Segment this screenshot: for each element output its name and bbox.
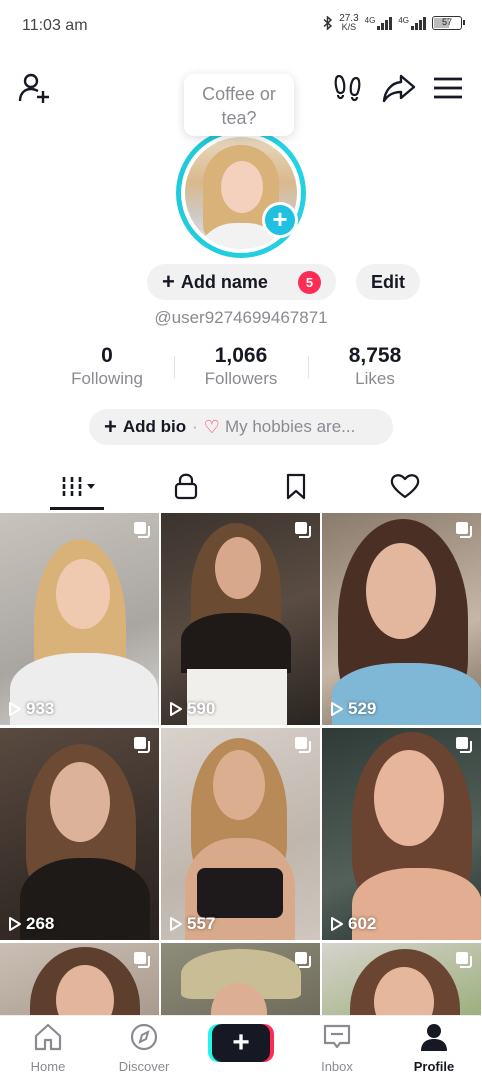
view-count-value: 590: [187, 699, 216, 718]
multi-photo-icon: [456, 522, 472, 538]
notification-badge: 5: [298, 271, 321, 294]
video-thumbnail[interactable]: [0, 943, 159, 1015]
share-icon[interactable]: [381, 70, 417, 106]
add-avatar-button[interactable]: +: [262, 202, 298, 238]
multi-photo-icon: [295, 952, 311, 968]
multi-photo-icon: [134, 952, 150, 968]
video-thumbnail[interactable]: 529: [322, 513, 481, 725]
view-count: 529: [330, 699, 376, 719]
multi-photo-icon: [295, 737, 311, 753]
stat-value: 1,066: [214, 344, 268, 367]
lock-icon: [174, 473, 198, 500]
stat-value: 8,758: [348, 344, 402, 367]
multi-photo-icon: [134, 737, 150, 753]
video-thumbnail[interactable]: 268: [0, 728, 159, 940]
play-icon: [9, 917, 21, 931]
stat-followers[interactable]: 1,066 Followers: [174, 344, 308, 389]
view-count-value: 268: [26, 914, 55, 933]
bio-placeholder: My hobbies are...: [224, 417, 356, 436]
video-thumbnail[interactable]: [322, 943, 481, 1015]
signal-icon-2: 4G: [398, 16, 426, 30]
nav-inbox-label: Inbox: [321, 1059, 353, 1074]
stat-following[interactable]: 0 Following: [40, 344, 174, 389]
plus-icon: +: [232, 1026, 250, 1059]
bottom-nav: Home Discover + Inbox Profile: [0, 1015, 482, 1080]
multi-photo-icon: [456, 952, 472, 968]
video-thumbnail[interactable]: 602: [322, 728, 481, 940]
view-count: 933: [8, 699, 54, 719]
view-count-value: 933: [26, 699, 55, 718]
profile-tabs: [0, 462, 482, 512]
net-speed-unit: K/S: [341, 22, 357, 32]
menu-icon[interactable]: [430, 70, 466, 106]
status-icons: 27.3 K/S 4G 4G 57: [323, 14, 465, 32]
play-icon: [170, 702, 182, 716]
view-count-value: 529: [348, 699, 377, 718]
plus-icon: +: [162, 269, 175, 294]
profile-icon: [421, 1024, 447, 1051]
add-name-button[interactable]: + Add name 5: [147, 264, 336, 300]
signal-icon-1: 4G: [365, 16, 393, 30]
multi-photo-icon: [134, 522, 150, 538]
edit-profile-button[interactable]: Edit: [356, 264, 420, 300]
add-friend-icon[interactable]: [16, 70, 52, 106]
network-type-1: 4G: [364, 16, 376, 25]
nav-inbox[interactable]: Inbox: [297, 1022, 377, 1074]
nav-profile-label: Profile: [413, 1059, 455, 1074]
profile-stats: 0 Following 1,066 Followers 8,758 Likes: [40, 344, 442, 394]
heart-icon: ♡: [203, 416, 220, 437]
tooltip-line-2: tea?: [221, 108, 257, 128]
view-count: 602: [330, 914, 376, 934]
edit-label: Edit: [371, 271, 405, 292]
stat-value: 0: [101, 344, 113, 367]
view-count: 557: [169, 914, 215, 934]
separator-dot: ·: [192, 417, 198, 436]
multi-photo-icon: [456, 737, 472, 753]
bluetooth-icon: [323, 16, 333, 30]
play-icon: [170, 917, 182, 931]
status-time: 11:03 am: [22, 17, 88, 34]
add-name-label: Add name: [180, 271, 268, 292]
play-icon: [331, 702, 343, 716]
view-count: 590: [169, 699, 215, 719]
view-count-value: 557: [187, 914, 216, 933]
heart-icon: [390, 474, 420, 499]
footprints-icon[interactable]: [330, 70, 366, 106]
status-bar: 11:03 am 27.3 K/S 4G 4G 57: [0, 0, 482, 54]
tab-saved[interactable]: [256, 462, 336, 510]
tab-videos[interactable]: [37, 462, 117, 510]
battery-level: 57: [441, 17, 452, 27]
stat-label: Followers: [204, 369, 278, 388]
tooltip-line-1: Coffee or: [202, 84, 276, 104]
video-thumbnail[interactable]: 557: [161, 728, 320, 940]
bookmark-icon: [286, 473, 306, 500]
network-type-2: 4G: [398, 16, 409, 25]
grid-bars-icon: [62, 477, 95, 497]
multi-photo-icon: [295, 522, 311, 538]
play-icon: [331, 917, 343, 931]
inbox-icon: [323, 1024, 351, 1049]
tab-liked[interactable]: [365, 462, 445, 510]
battery-icon: 57: [432, 16, 465, 30]
stat-label: Following: [71, 369, 143, 388]
avatar-ring[interactable]: [176, 128, 306, 258]
net-speed: 27.3 K/S: [339, 14, 358, 32]
stat-label: Likes: [355, 369, 395, 388]
stat-likes[interactable]: 8,758 Likes: [308, 344, 442, 389]
play-icon: [9, 702, 21, 716]
video-thumbnail[interactable]: 933: [0, 513, 159, 725]
add-bio-label: Add bio: [122, 417, 187, 436]
video-thumbnail[interactable]: [161, 943, 320, 1015]
tab-private[interactable]: [146, 462, 226, 510]
view-count: 268: [8, 914, 54, 934]
active-tab-indicator: [50, 507, 104, 510]
plus-icon: +: [104, 414, 117, 439]
nav-profile[interactable]: Profile: [394, 1022, 474, 1074]
add-bio-button[interactable]: + Add bio · ♡ My hobbies are...: [89, 409, 393, 445]
video-thumbnail[interactable]: 590: [161, 513, 320, 725]
view-count-value: 602: [348, 914, 377, 933]
username: @user9274699467871: [154, 308, 328, 327]
status-note-tooltip[interactable]: Coffee or tea?: [184, 74, 294, 136]
